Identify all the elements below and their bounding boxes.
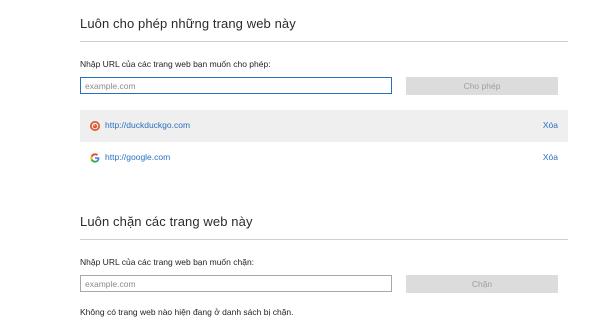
remove-site-button[interactable]: Xóa	[543, 152, 558, 162]
allowed-site-url[interactable]: http://google.com	[105, 152, 170, 162]
allow-section-divider	[80, 41, 568, 42]
allowed-site-row: http://google.com Xóa	[80, 142, 568, 174]
block-url-input[interactable]	[80, 275, 392, 292]
block-prompt-label: Nhập URL của các trang web bạn muốn chặn…	[80, 257, 255, 267]
block-button[interactable]: Chặn	[406, 275, 558, 293]
duckduckgo-icon	[90, 121, 100, 131]
blocked-empty-message: Không có trang web nào hiện đang ở danh …	[80, 307, 294, 317]
remove-site-button[interactable]: Xóa	[543, 120, 558, 130]
google-icon	[90, 153, 100, 163]
allow-url-input[interactable]	[80, 77, 392, 94]
block-section-divider	[80, 239, 568, 240]
allow-button[interactable]: Cho phép	[406, 77, 558, 95]
allowed-site-url[interactable]: http://duckduckgo.com	[105, 120, 190, 130]
allowed-site-row: http://duckduckgo.com Xóa	[80, 110, 568, 142]
allow-section-title: Luôn cho phép những trang web này	[80, 16, 296, 31]
allow-prompt-label: Nhập URL của các trang web bạn muốn cho …	[80, 59, 271, 69]
block-section-title: Luôn chặn các trang web này	[80, 214, 253, 229]
